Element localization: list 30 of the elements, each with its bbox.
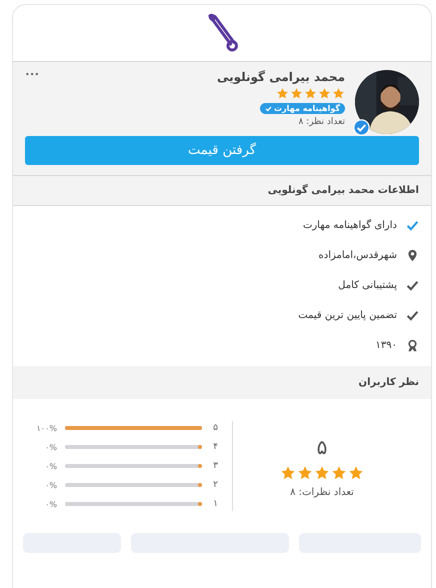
check-icon	[406, 218, 419, 232]
rating-percent: ۰%	[44, 442, 57, 452]
check-icon	[406, 308, 419, 322]
section-header: اطلاعات محمد بیرامی گونلویی	[13, 176, 431, 206]
rating-percent: ۱۰۰%	[36, 424, 57, 432]
rating-label: ۳	[212, 461, 218, 471]
info-text: ۱۳۹۰	[376, 340, 397, 350]
rating-label: ۴	[212, 442, 218, 452]
info-text: پشتیبانی کامل	[338, 280, 397, 290]
review-count: تعداد نظر: ۸	[298, 117, 345, 127]
award-icon	[406, 338, 419, 352]
rating-percent: ۰%	[44, 480, 57, 490]
review-count: تعداد نظرات: ۸	[290, 486, 354, 498]
info-text: دارای گواهینامه مهارت	[302, 220, 397, 230]
section-header: نظر کاربران	[13, 366, 431, 399]
info-text: تضمین پایین ترین قیمت	[298, 310, 397, 320]
check-icon	[406, 278, 419, 292]
rating-percent: ۰%	[44, 500, 57, 508]
info-text: شهرقدس،امامزاده	[318, 250, 397, 260]
get-quote-button[interactable]: گرفتن قیمت	[25, 136, 419, 165]
location-pin-icon	[406, 248, 419, 262]
average-score: ۵	[316, 434, 328, 458]
rating-percent: ۰%	[44, 462, 57, 470]
check-icon	[265, 105, 272, 112]
more-icon[interactable]: •••	[25, 70, 40, 79]
rating-label: ۵	[212, 423, 218, 433]
rating-label: ۲	[212, 480, 218, 490]
provider-name: محمد بیرامی گونلویی	[216, 70, 345, 84]
rating-label: ۱	[212, 499, 218, 509]
skill-badge: گواهینامه مهارت	[260, 103, 345, 114]
